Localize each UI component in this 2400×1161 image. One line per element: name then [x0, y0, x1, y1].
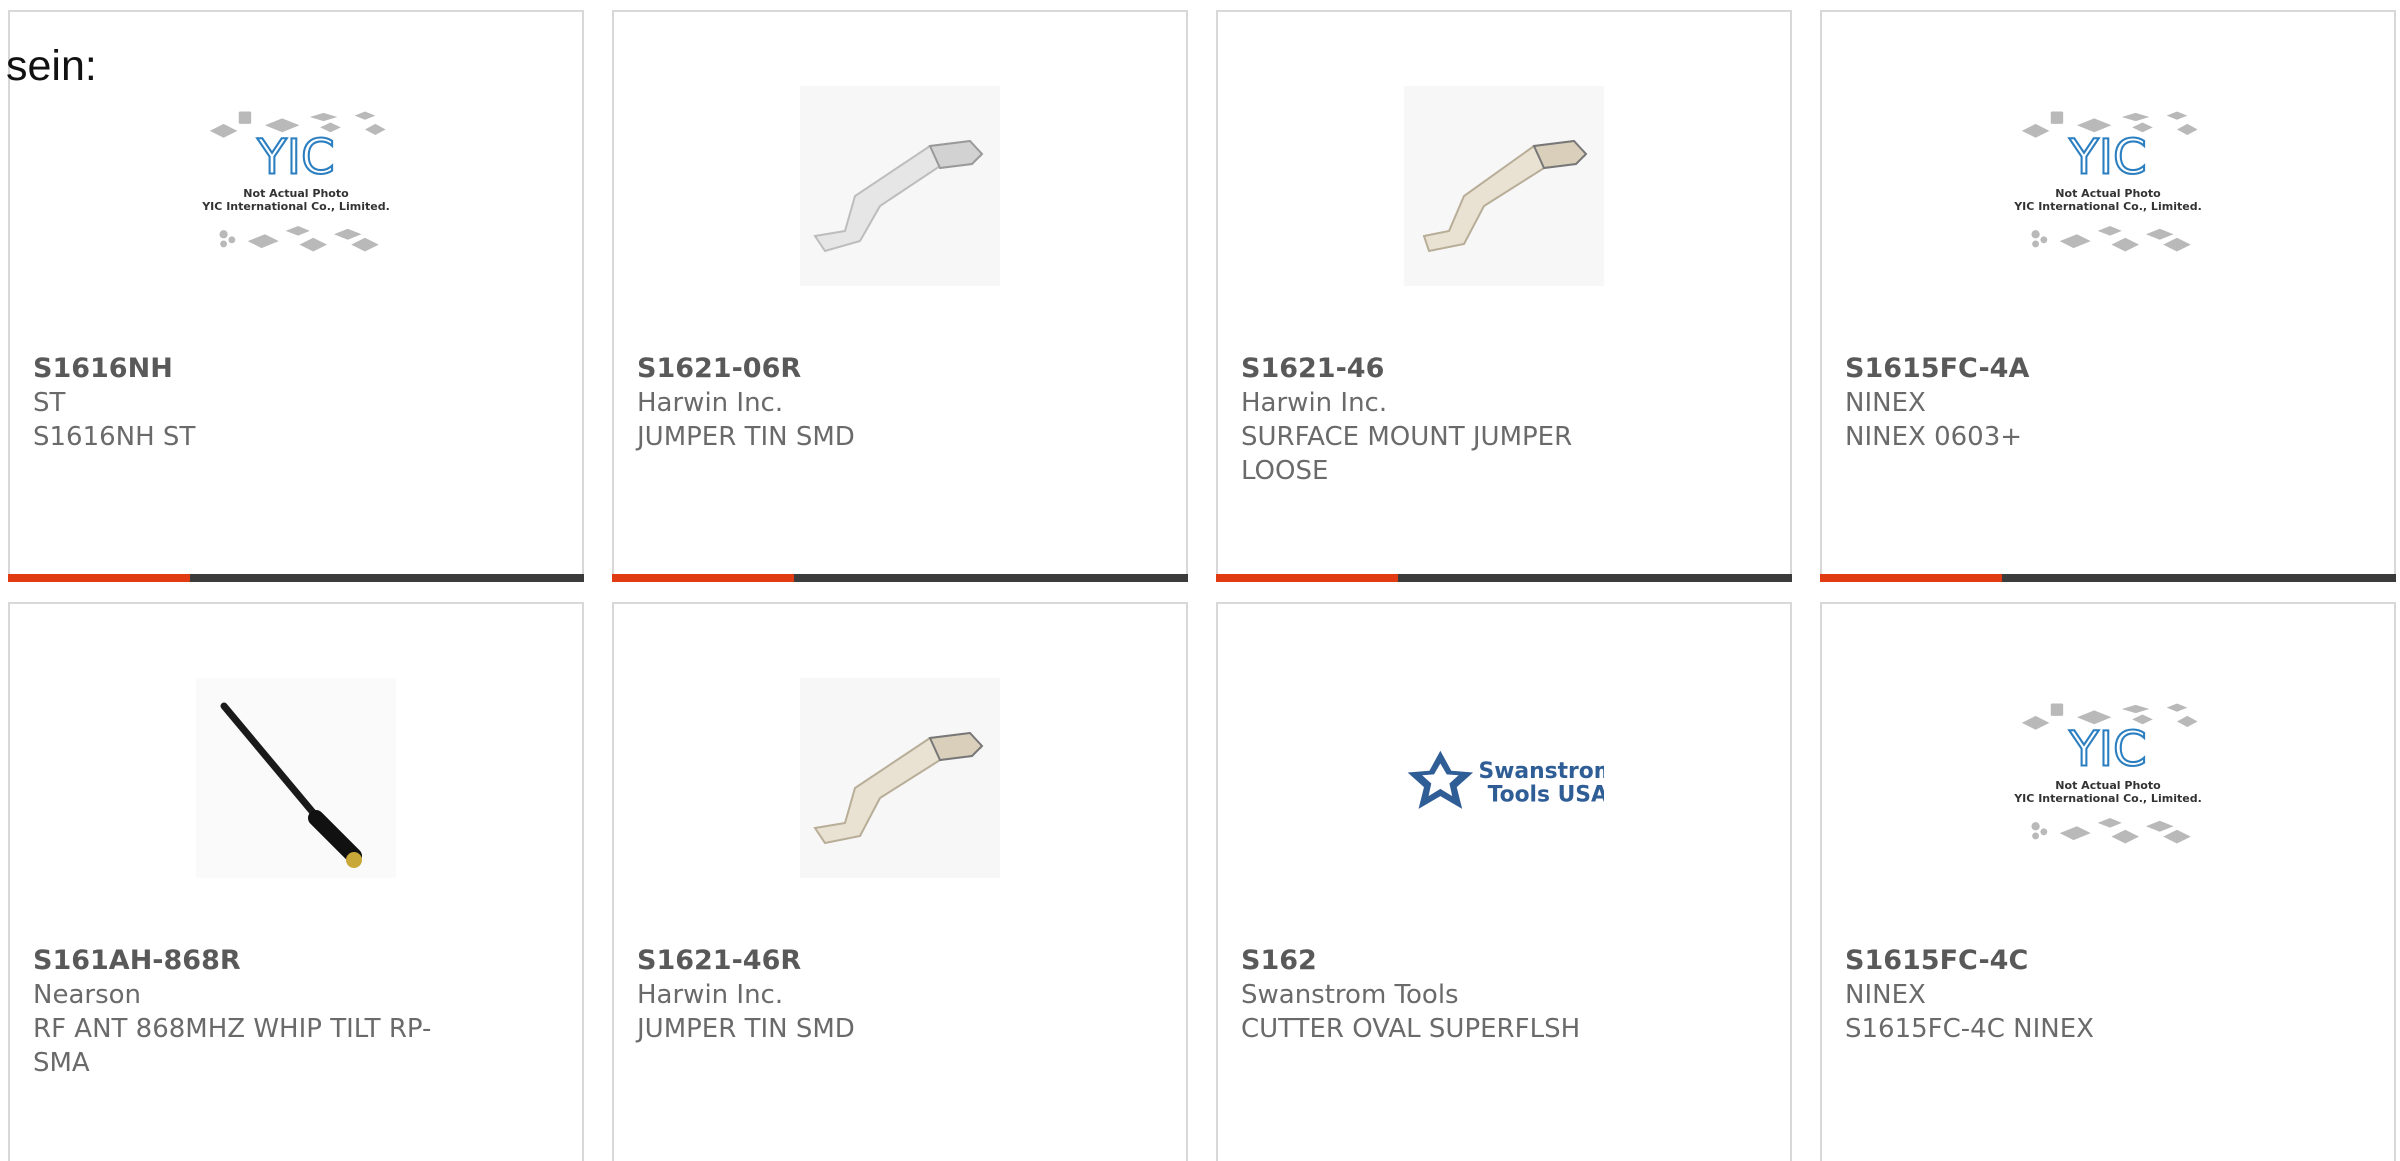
product-image: Swanstrom Tools USA — [1404, 678, 1604, 878]
manufacturer: ST — [33, 388, 66, 418]
description: NINEX 0603+ — [1845, 422, 2023, 452]
jumper-icon — [800, 86, 1000, 286]
svg-text:Not Actual Photo: Not Actual Photo — [243, 187, 349, 200]
description: SURFACE MOUNT JUMPER LOOSE — [1241, 422, 1573, 486]
description: JUMPER TIN SMD — [637, 422, 855, 452]
yic-placeholder-icon: YIC Not Actual Photo YIC International C… — [201, 111, 390, 252]
product-card[interactable]: S161AH-868R Nearson RF ANT 868MHZ WHIP T… — [8, 602, 584, 1161]
swanstrom-logo-icon: Swanstrom Tools USA — [1407, 750, 1604, 809]
product-image — [1404, 86, 1604, 286]
part-number: S1621-06R — [637, 353, 802, 384]
product-card[interactable]: S1621-06R Harwin Inc. JUMPER TIN SMD — [612, 10, 1188, 582]
product-info: S1621-46 Harwin Inc. SURFACE MOUNT JUMPE… — [1241, 352, 1661, 488]
part-number: S1615FC-4C — [1845, 945, 2029, 976]
part-number: S162 — [1241, 945, 1317, 976]
jumper-icon — [800, 678, 1000, 878]
part-number: S1616NH — [33, 353, 173, 384]
part-number: S1621-46R — [637, 945, 802, 976]
product-image: YIC Not Actual Photo YIC International C… — [2008, 86, 2208, 286]
product-info: S162 Swanstrom Tools CUTTER OVAL SUPERFL… — [1241, 944, 1661, 1046]
product-image — [196, 678, 396, 878]
product-image: YIC Not Actual Photo YIC International C… — [2008, 678, 2208, 878]
product-card[interactable]: S1621-46R Harwin Inc. JUMPER TIN SMD — [612, 602, 1188, 1161]
svg-text:YIC International Co., Limited: YIC International Co., Limited. — [2013, 792, 2202, 805]
description: S1616NH ST — [33, 422, 196, 452]
svg-text:YIC: YIC — [2068, 130, 2146, 186]
product-card[interactable]: YIC Not Actual Photo YIC International C… — [1820, 10, 2396, 582]
svg-text:YIC: YIC — [2068, 722, 2146, 778]
progress-bar — [8, 574, 584, 582]
product-image — [800, 678, 1000, 878]
progress-bar — [612, 574, 1188, 582]
description: RF ANT 868MHZ WHIP TILT RP-SMA — [33, 1014, 432, 1078]
svg-text:YIC: YIC — [256, 130, 334, 186]
manufacturer: NINEX — [1845, 980, 1926, 1010]
svg-text:Swanstrom: Swanstrom — [1479, 759, 1604, 784]
manufacturer: Harwin Inc. — [1241, 388, 1388, 418]
svg-text:Not Actual Photo: Not Actual Photo — [2055, 779, 2161, 792]
svg-text:YIC International Co., Limited: YIC International Co., Limited. — [201, 200, 390, 213]
product-info: S1615FC-4A NINEX NINEX 0603+ — [1845, 352, 2265, 454]
svg-text:YIC International Co., Limited: YIC International Co., Limited. — [2013, 200, 2202, 213]
yic-placeholder-icon: YIC Not Actual Photo YIC International C… — [2013, 703, 2202, 844]
description: JUMPER TIN SMD — [637, 1014, 855, 1044]
part-number: S1615FC-4A — [1845, 353, 2030, 384]
manufacturer: NINEX — [1845, 388, 1926, 418]
manufacturer: Nearson — [33, 980, 141, 1010]
product-card[interactable]: YIC Not Actual Photo YIC International C… — [1820, 602, 2396, 1161]
product-card[interactable]: S1621-46 Harwin Inc. SURFACE MOUNT JUMPE… — [1216, 10, 1792, 582]
product-image: YIC Not Actual Photo YIC International C… — [196, 86, 396, 286]
product-info: S1621-06R Harwin Inc. JUMPER TIN SMD — [637, 352, 1057, 454]
manufacturer: Swanstrom Tools — [1241, 980, 1459, 1010]
product-card[interactable]: YIC Not Actual Photo YIC International C… — [8, 10, 584, 582]
product-info: S1621-46R Harwin Inc. JUMPER TIN SMD — [637, 944, 1057, 1046]
product-info: S161AH-868R Nearson RF ANT 868MHZ WHIP T… — [33, 944, 453, 1080]
jumper-icon — [1404, 86, 1604, 286]
description: CUTTER OVAL SUPERFLSH — [1241, 1014, 1581, 1044]
progress-bar — [1216, 574, 1792, 582]
svg-text:Not Actual Photo: Not Actual Photo — [2055, 187, 2161, 200]
product-info: S1615FC-4C NINEX S1615FC-4C NINEX — [1845, 944, 2265, 1046]
intro-text: sein: — [6, 42, 97, 90]
yic-placeholder-icon: YIC Not Actual Photo YIC International C… — [2013, 111, 2202, 252]
antenna-icon — [196, 678, 396, 878]
product-card[interactable]: Swanstrom Tools USA S162 Swanstrom Tools… — [1216, 602, 1792, 1161]
part-number: S161AH-868R — [33, 945, 241, 976]
part-number: S1621-46 — [1241, 353, 1385, 384]
svg-text:Tools USA: Tools USA — [1488, 783, 1604, 808]
product-image — [800, 86, 1000, 286]
manufacturer: Harwin Inc. — [637, 388, 784, 418]
description: S1615FC-4C NINEX — [1845, 1014, 2094, 1044]
progress-bar — [1820, 574, 2396, 582]
product-info: S1616NH ST S1616NH ST — [33, 352, 453, 454]
manufacturer: Harwin Inc. — [637, 980, 784, 1010]
